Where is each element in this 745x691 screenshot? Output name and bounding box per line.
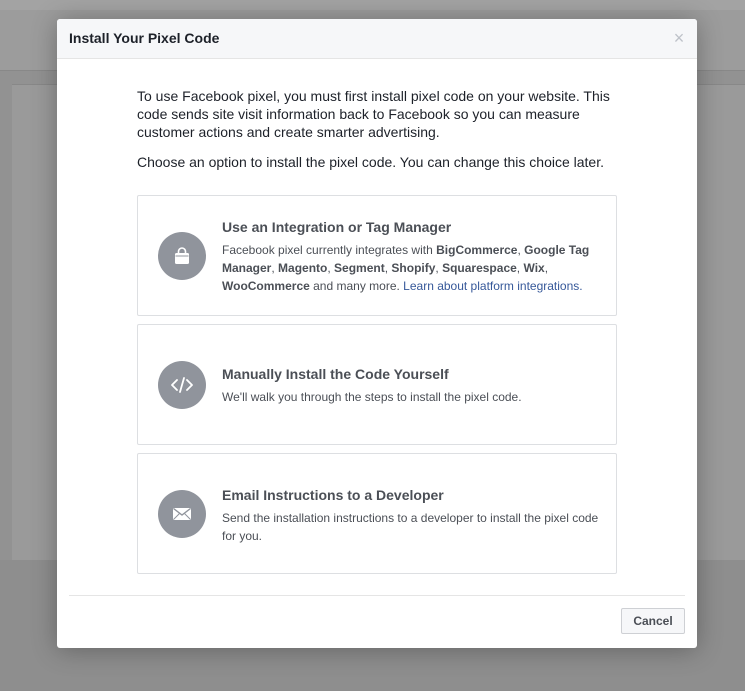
desc-prefix: Facebook pixel currently integrates with <box>222 243 437 257</box>
background-topbar <box>0 0 745 10</box>
option-description: Facebook pixel currently integrates with… <box>222 241 600 295</box>
cancel-button[interactable]: Cancel <box>621 608 685 634</box>
learn-platform-integrations-link[interactable]: Learn about platform integrations. <box>403 279 582 293</box>
desc-suffix: and many more. <box>309 279 404 293</box>
option-text: Use an Integration or Tag Manager Facebo… <box>222 219 600 295</box>
envelope-icon <box>158 490 206 538</box>
option-description: Send the installation instructions to a … <box>222 511 599 543</box>
option-integration-tag-manager[interactable]: Use an Integration or Tag Manager Facebo… <box>137 195 617 316</box>
close-icon[interactable]: × <box>671 28 687 48</box>
option-email-developer[interactable]: Email Instructions to a Developer Send t… <box>137 453 617 574</box>
partner-wix: Wix <box>523 261 545 275</box>
option-title: Manually Install the Code Yourself <box>222 366 449 382</box>
code-icon <box>158 361 206 409</box>
partner-magento: Magento <box>278 261 328 275</box>
separator: , <box>544 261 549 275</box>
dialog-title: Install Your Pixel Code <box>69 30 220 46</box>
partner-shopify: Shopify <box>391 261 436 275</box>
install-pixel-dialog: Install Your Pixel Code × To use Faceboo… <box>57 19 697 648</box>
intro-paragraph-2: Choose an option to install the pixel co… <box>137 154 604 170</box>
intro-text: To use Facebook pixel, you must first in… <box>137 87 617 183</box>
footer-divider <box>69 595 685 596</box>
option-text: Email Instructions to a Developer Send t… <box>222 487 600 545</box>
partner-segment: Segment <box>334 261 385 275</box>
partner-bigcommerce: BigCommerce <box>436 243 518 257</box>
partner-squarespace: Squarespace <box>442 261 517 275</box>
option-title: Use an Integration or Tag Manager <box>222 219 452 235</box>
partner-woocommerce: WooCommerce <box>222 279 310 293</box>
option-title: Email Instructions to a Developer <box>222 487 444 503</box>
option-manual-install[interactable]: Manually Install the Code Yourself We'll… <box>137 324 617 445</box>
shopping-bag-icon <box>158 232 206 280</box>
dialog-header: Install Your Pixel Code × <box>57 19 697 59</box>
option-text: Manually Install the Code Yourself We'll… <box>222 366 600 406</box>
option-description: We'll walk you through the steps to inst… <box>222 390 522 404</box>
intro-paragraph-1: To use Facebook pixel, you must first in… <box>137 88 610 140</box>
